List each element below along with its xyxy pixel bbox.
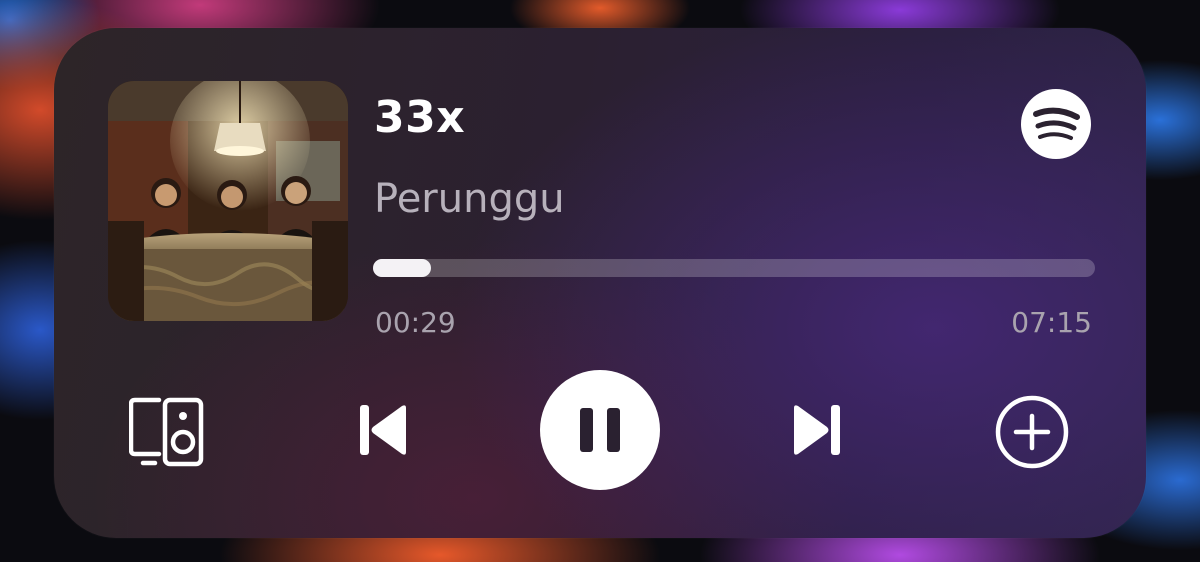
pause-icon [580,408,620,452]
total-time: 07:15 [1011,306,1092,339]
add-to-library-button[interactable] [994,394,1070,470]
track-title: 33x [374,92,466,143]
progress-bar[interactable] [373,259,1095,277]
artist-name[interactable]: Perunggu [374,176,565,222]
now-playing-widget: 33x Perunggu 00:29 07:15 [54,28,1146,538]
connect-device-button[interactable] [128,396,205,468]
add-circle-icon [995,395,1069,469]
spotify-logo-icon[interactable] [1021,89,1091,159]
play-pause-button[interactable] [540,370,660,490]
skip-previous-icon [360,405,406,455]
album-art[interactable] [108,81,348,321]
skip-next-icon [794,405,840,455]
progress-bar-fill [373,259,431,277]
connect-device-icon [128,397,204,467]
previous-button[interactable] [358,402,410,458]
elapsed-time: 00:29 [375,306,456,339]
album-art-photo [108,81,348,321]
next-button[interactable] [790,402,842,458]
